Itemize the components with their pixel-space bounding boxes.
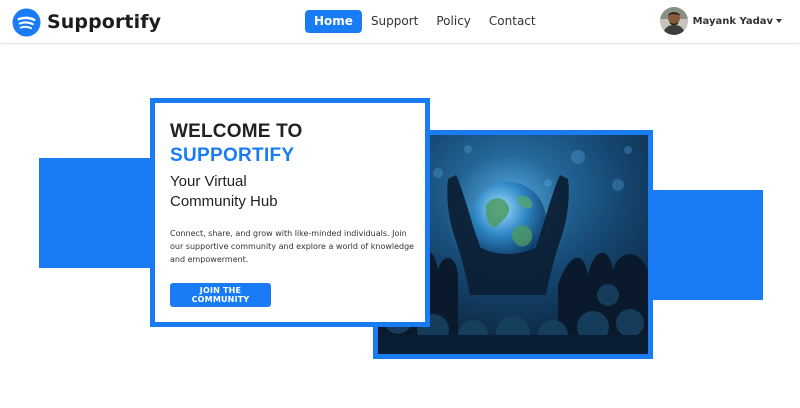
hero-card: WELCOME TO SUPPORTIFY Your Virtual Commu… xyxy=(150,98,430,327)
user-name: Mayank Yadav xyxy=(692,15,773,27)
decor-block-left xyxy=(39,158,151,268)
brand-link[interactable]: Supportify xyxy=(12,7,161,37)
nav-support[interactable]: Support xyxy=(362,10,427,33)
join-community-button[interactable]: JOIN THE COMMUNITY xyxy=(170,283,271,307)
brand-logo-icon xyxy=(12,7,41,37)
main-nav: Home Support Policy Contact xyxy=(305,10,545,33)
hero-welcome: WELCOME TO xyxy=(170,121,303,142)
nav-contact[interactable]: Contact xyxy=(480,10,545,33)
caret-down-icon xyxy=(776,19,782,23)
nav-policy[interactable]: Policy xyxy=(427,10,480,33)
hero-tagline: Your Virtual Community Hub xyxy=(170,172,415,212)
brand-name: Supportify xyxy=(47,11,162,33)
user-menu[interactable]: Mayank Yadav xyxy=(659,7,782,35)
avatar xyxy=(659,7,688,35)
tagline-line-2: Community Hub xyxy=(170,193,278,210)
hero-description: Connect, share, and grow with like-minde… xyxy=(170,229,415,264)
nav-home[interactable]: Home xyxy=(305,10,362,33)
decor-block-right xyxy=(651,190,763,300)
navbar: Supportify Home Support Policy Contact M… xyxy=(0,0,800,44)
hero-brand: SUPPORTIFY xyxy=(170,145,295,166)
tagline-line-1: Your Virtual xyxy=(170,173,247,190)
